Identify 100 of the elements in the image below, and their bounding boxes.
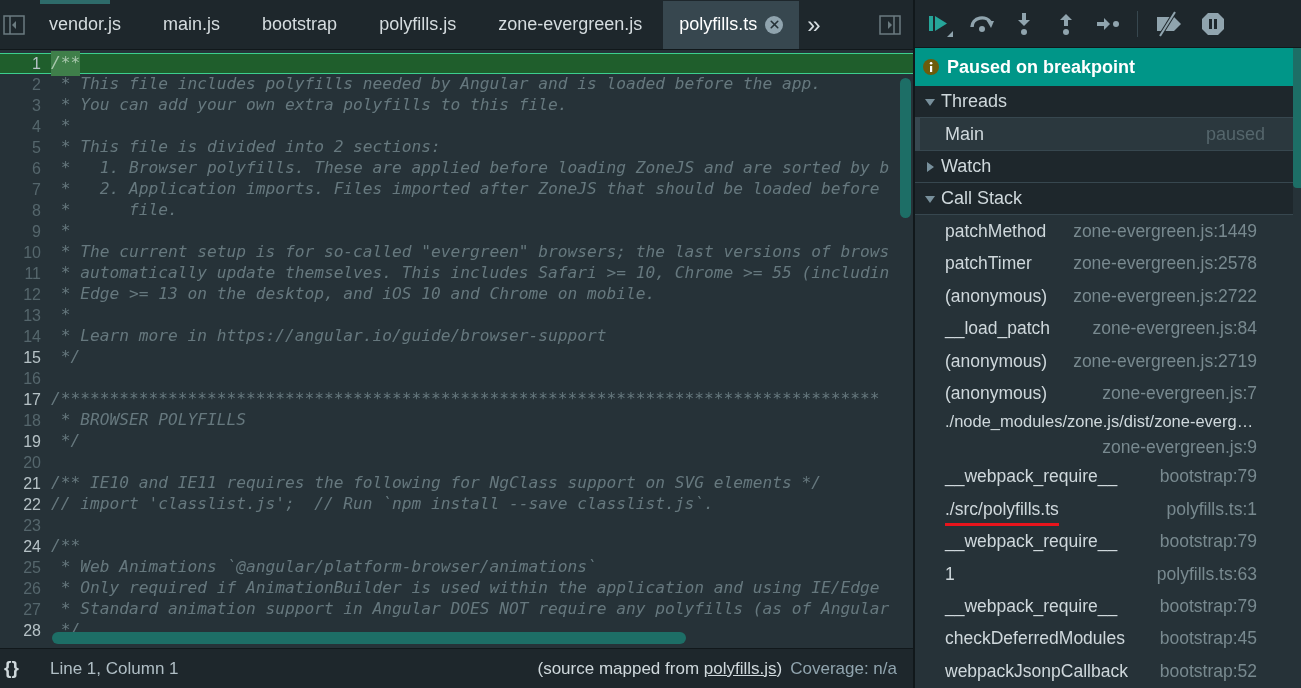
code-line: * This file includes polyfills needed by Angular and is loaded before the app.	[59, 73, 821, 96]
frame-location: zone-evergreen.js:1449	[1073, 220, 1257, 244]
call-frame[interactable]: (anonymous) zone-evergreen.js:2722	[915, 279, 1293, 313]
frame-name: (anonymous)	[945, 382, 1048, 405]
frame-name: 1	[945, 562, 955, 586]
editor-tab[interactable]: zone-evergreen.js	[477, 0, 664, 49]
frame-location: bootstrap:79	[1159, 594, 1257, 618]
call-frame[interactable]: patchTimer zone-evergreen.js:2578	[915, 247, 1293, 280]
section-header[interactable]: Threads	[915, 86, 1293, 118]
cursor-position: Line 1, Column 1	[50, 657, 179, 680]
close-icon[interactable]	[765, 15, 784, 34]
vertical-scrollbar[interactable]	[900, 78, 911, 218]
line-number: 15	[22, 347, 42, 368]
frame-location: zone-evergreen.js:84	[1092, 317, 1257, 341]
code-line: *	[59, 220, 71, 243]
frame-location: zone-evergreen.js:2719	[1073, 349, 1257, 373]
frame-name: (anonymous)	[945, 349, 1048, 373]
line-number: 24	[22, 536, 42, 557]
code-line: * 1. Browser polyfills. These are applied before loading ZoneJS and are sorted by b	[59, 157, 890, 180]
paused-banner: Paused on breakpoint	[915, 48, 1293, 86]
code-line: * automatically update themselves. This includes Safari >= 10, Chrome >= 55 (includin	[59, 262, 890, 285]
call-frame[interactable]: __webpack_require__ bootstrap:79	[915, 589, 1293, 623]
toggle-debugger-icon[interactable]	[879, 14, 901, 35]
caret-down-icon	[925, 96, 935, 107]
frame-location: polyfills.ts:1	[1166, 497, 1257, 521]
code-line: /************************************************************************************	[51, 388, 880, 411]
code-line: * Only required if AnimationBuilder is used within the application and using IE/Edge	[59, 577, 880, 600]
code-line: * The current setup is for so-called "evergreen" browsers; the last versions of brows	[59, 241, 890, 264]
source-mapped-text: (source mapped from polyfills.js)	[537, 657, 783, 680]
frame-name: __webpack_require__	[945, 594, 1118, 619]
call-frame[interactable]: __webpack_require__ bootstrap:79	[915, 525, 1293, 558]
call-frame[interactable]: 1 polyfills.ts:63	[915, 557, 1293, 590]
vertical-scrollbar[interactable]	[1293, 48, 1301, 188]
code-line: /**	[51, 535, 81, 558]
frame-location: zone-evergreen.js:2578	[1073, 252, 1257, 276]
code-line: /** IE10 and IE11 requires the following for NgClass support on SVG elements */	[51, 472, 821, 495]
frame-name: webpackJsonpCallback	[945, 659, 1128, 683]
frame-name: ./src/polyfills.ts	[945, 495, 1059, 527]
line-number: 22	[22, 494, 42, 515]
frame-location: bootstrap:52	[1159, 659, 1257, 683]
frame-location: zone-evergreen.js:7	[1102, 382, 1257, 405]
frame-location: zone-evergreen.js:9	[1102, 436, 1257, 460]
code-line: // import 'classlist.js'; // Run `npm install --save classlist.js`.	[51, 493, 714, 516]
code-line: * BROWSER POLYFILLS	[59, 409, 246, 432]
frame-name: __webpack_require__	[945, 530, 1118, 554]
code-line: *	[59, 304, 71, 327]
line-number: 28	[22, 620, 42, 641]
call-frame[interactable]: webpackJsonpCallback bootstrap:52	[915, 654, 1293, 688]
code-line: * Standard animation support in Angular DOES NOT require any polyfills (as of Angular	[59, 598, 890, 621]
frame-location: bootstrap:79	[1159, 465, 1257, 489]
frame-name: patchTimer	[945, 252, 1032, 276]
frame-name: __load_patch	[945, 317, 1051, 341]
editor-tab[interactable]: vendor.js	[28, 0, 143, 49]
line-number: 17	[22, 389, 42, 410]
code-line: * You can add your own extra polyfills to this file.	[59, 94, 568, 117]
call-frame[interactable]: __webpack_require__ bootstrap:79	[915, 460, 1293, 493]
line-number: 19	[22, 431, 42, 452]
frame-name: checkDeferredModules	[945, 627, 1125, 651]
section-header[interactable]: Watch	[915, 151, 1293, 183]
code-line: * Learn more in https://angular.io/guide/browser-support	[59, 325, 607, 348]
frame-name: patchMethod	[945, 220, 1047, 244]
code-line: * Edge >= 13 on the desktop, and iOS 10 and Chrome on mobile.	[59, 283, 656, 306]
line-number: 1	[31, 53, 42, 74]
frame-location: zone-evergreen.js:2722	[1073, 284, 1257, 308]
call-frame[interactable]: (anonymous) zone-evergreen.js:7	[915, 376, 1293, 410]
code-line: * file.	[59, 199, 178, 222]
call-frame[interactable]: ./src/polyfills.ts polyfills.ts:1	[915, 492, 1293, 526]
code-line: * 2. Application imports. Files imported after ZoneJS that should be loaded before	[59, 178, 880, 201]
frame-location: bootstrap:79	[1159, 530, 1257, 554]
frame-name: ./node_modules/zone.js/dist/zone-everg…	[945, 411, 1254, 433]
code-line: */	[59, 346, 81, 369]
more-tabs-button[interactable]: »	[807, 12, 821, 37]
caret-right-icon	[925, 161, 935, 172]
code-line: * Web Animations `@angular/platform-browser/animations`	[59, 556, 597, 579]
code-line: *	[59, 115, 71, 138]
coverage-text: Coverage: n/a	[790, 657, 897, 680]
frame-name: (anonymous)	[945, 284, 1048, 308]
code-line: */	[59, 430, 81, 453]
editor-tab[interactable]: polyfills.ts	[663, 0, 800, 49]
info-icon	[923, 59, 939, 75]
call-frame[interactable]: __load_patch zone-evergreen.js:84	[915, 312, 1293, 345]
pretty-print-button[interactable]: {}	[4, 654, 30, 683]
deactivate-breakpoints-icon[interactable]	[1154, 10, 1184, 37]
call-frame[interactable]: (anonymous) zone-evergreen.js:2719	[915, 344, 1293, 377]
line-number: 21	[22, 473, 42, 494]
frame-location: bootstrap:45	[1159, 627, 1257, 651]
editor-tab[interactable]: polyfills.js	[358, 0, 478, 49]
horizontal-scrollbar[interactable]	[52, 632, 686, 644]
call-frame[interactable]: patchMethod zone-evergreen.js:1449	[915, 215, 1293, 248]
pause-icon[interactable]	[1200, 10, 1226, 37]
frame-location: polyfills.ts:63	[1156, 562, 1257, 586]
caret-down-icon	[925, 193, 935, 204]
toggle-navigator-icon[interactable]	[3, 14, 25, 35]
code-line: * This file is divided into 2 sections:	[59, 136, 441, 159]
frame-name: __webpack_require__	[945, 465, 1118, 489]
source-link[interactable]: polyfills.js	[703, 658, 777, 678]
call-frame[interactable]: checkDeferredModules bootstrap:45	[915, 622, 1293, 655]
editor-tab[interactable]: bootstrap	[241, 0, 359, 49]
editor-tab[interactable]: main.js	[142, 0, 242, 49]
section-header[interactable]: Call Stack	[915, 183, 1293, 215]
